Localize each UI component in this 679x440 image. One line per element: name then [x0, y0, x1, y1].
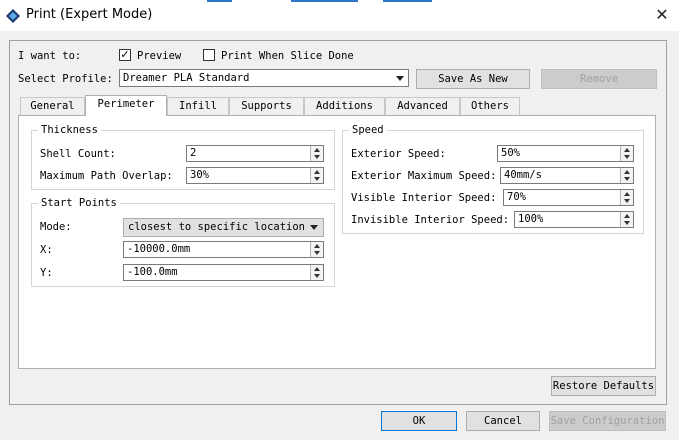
visible-interior-speed-value: 70%: [507, 191, 526, 203]
title-accent: [207, 0, 232, 2]
app-logo-icon: [6, 9, 20, 23]
max-overlap-stepper[interactable]: 30%: [186, 167, 324, 184]
close-icon[interactable]: ✕: [653, 6, 671, 24]
tab-additions[interactable]: Additions: [304, 97, 385, 115]
window-title: Print (Expert Mode): [26, 7, 153, 22]
thickness-title: Thickness: [38, 124, 101, 136]
print-when-done-checkbox[interactable]: [203, 49, 215, 61]
mode-label: Mode:: [40, 221, 72, 233]
save-configuration-button[interactable]: Save Configuration: [549, 411, 666, 431]
spin-buttons[interactable]: [620, 168, 633, 183]
tab-perimeter[interactable]: Perimeter: [85, 95, 167, 116]
chevron-down-icon: [310, 225, 318, 230]
tab-others[interactable]: Others: [460, 97, 520, 115]
profile-select-value: Dreamer PLA Standard: [123, 72, 250, 84]
arrow-up-icon[interactable]: [624, 214, 630, 218]
spin-buttons[interactable]: [310, 168, 323, 183]
start-points-title: Start Points: [38, 197, 120, 209]
arrow-up-icon[interactable]: [624, 170, 630, 174]
invisible-interior-speed-value: 100%: [518, 213, 544, 225]
title-accent: [291, 0, 358, 2]
preview-label[interactable]: Preview: [137, 50, 181, 62]
arrow-down-icon[interactable]: [624, 199, 630, 203]
arrow-down-icon[interactable]: [314, 274, 320, 278]
max-overlap-label: Maximum Path Overlap:: [40, 170, 173, 182]
y-label: Y:: [40, 267, 53, 279]
arrow-up-icon[interactable]: [314, 267, 320, 271]
shell-count-stepper[interactable]: 2: [186, 145, 324, 162]
exterior-max-speed-label: Exterior Maximum Speed:: [351, 170, 497, 182]
tab-infill[interactable]: Infill: [167, 97, 229, 115]
x-stepper[interactable]: -10000.0mm: [123, 241, 324, 258]
spin-buttons[interactable]: [620, 212, 633, 227]
arrow-up-icon[interactable]: [314, 148, 320, 152]
speed-group: Speed Exterior Speed: 50% Exterior Maxim…: [342, 124, 644, 234]
tab-supports[interactable]: Supports: [229, 97, 304, 115]
shell-count-value: 2: [190, 147, 197, 159]
mode-select[interactable]: closest to specific location: [123, 218, 324, 237]
x-label: X:: [40, 244, 53, 256]
invisible-interior-speed-label: Invisible Interior Speed:: [351, 214, 510, 226]
thickness-group: Thickness Shell Count: 2 Maximum Path Ov…: [31, 124, 335, 190]
shell-count-label: Shell Count:: [40, 148, 116, 160]
mode-select-value: closest to specific location: [128, 221, 306, 233]
tab-general[interactable]: General: [20, 97, 85, 115]
spin-buttons[interactable]: [310, 242, 323, 257]
exterior-speed-value: 50%: [501, 147, 520, 159]
i-want-to-label: I want to:: [18, 50, 82, 62]
print-when-done-label[interactable]: Print When Slice Done: [221, 50, 354, 62]
title-bar: Print (Expert Mode) ✕: [0, 0, 679, 31]
x-value: -10000.0mm: [127, 243, 191, 255]
y-value: -100.0mm: [127, 266, 178, 278]
invisible-interior-speed-stepper[interactable]: 100%: [514, 211, 634, 228]
arrow-down-icon[interactable]: [624, 177, 630, 181]
spin-buttons[interactable]: [310, 146, 323, 161]
start-points-group: Start Points Mode: closest to specific l…: [31, 197, 335, 287]
perimeter-panel: Thickness Shell Count: 2 Maximum Path Ov…: [18, 115, 656, 369]
save-as-new-button[interactable]: Save As New: [416, 69, 530, 89]
spin-buttons[interactable]: [310, 265, 323, 280]
remove-button[interactable]: Remove: [541, 69, 657, 89]
spin-buttons[interactable]: [620, 190, 633, 205]
speed-title: Speed: [349, 124, 387, 136]
exterior-speed-stepper[interactable]: 50%: [497, 145, 634, 162]
y-stepper[interactable]: -100.0mm: [123, 264, 324, 281]
arrow-down-icon[interactable]: [314, 251, 320, 255]
exterior-max-speed-stepper[interactable]: 40mm/s: [500, 167, 634, 184]
arrow-down-icon[interactable]: [624, 155, 630, 159]
visible-interior-speed-stepper[interactable]: 70%: [503, 189, 634, 206]
chevron-down-icon: [396, 76, 404, 81]
select-profile-label: Select Profile:: [18, 73, 113, 85]
arrow-up-icon[interactable]: [314, 170, 320, 174]
preview-checkbox[interactable]: ✓: [119, 49, 131, 61]
arrow-up-icon[interactable]: [314, 244, 320, 248]
max-overlap-value: 30%: [190, 169, 209, 181]
spin-buttons[interactable]: [620, 146, 633, 161]
arrow-down-icon[interactable]: [624, 221, 630, 225]
tab-advanced[interactable]: Advanced: [385, 97, 460, 115]
exterior-max-speed-value: 40mm/s: [504, 169, 542, 181]
exterior-speed-label: Exterior Speed:: [351, 148, 446, 160]
profile-select[interactable]: Dreamer PLA Standard: [119, 69, 409, 87]
restore-defaults-button[interactable]: Restore Defaults: [551, 376, 656, 396]
arrow-up-icon[interactable]: [624, 192, 630, 196]
cancel-button[interactable]: Cancel: [466, 411, 540, 431]
ok-button[interactable]: OK: [381, 411, 457, 431]
arrow-down-icon[interactable]: [314, 155, 320, 159]
visible-interior-speed-label: Visible Interior Speed:: [351, 192, 497, 204]
arrow-up-icon[interactable]: [624, 148, 630, 152]
title-accent: [383, 0, 432, 2]
arrow-down-icon[interactable]: [314, 177, 320, 181]
